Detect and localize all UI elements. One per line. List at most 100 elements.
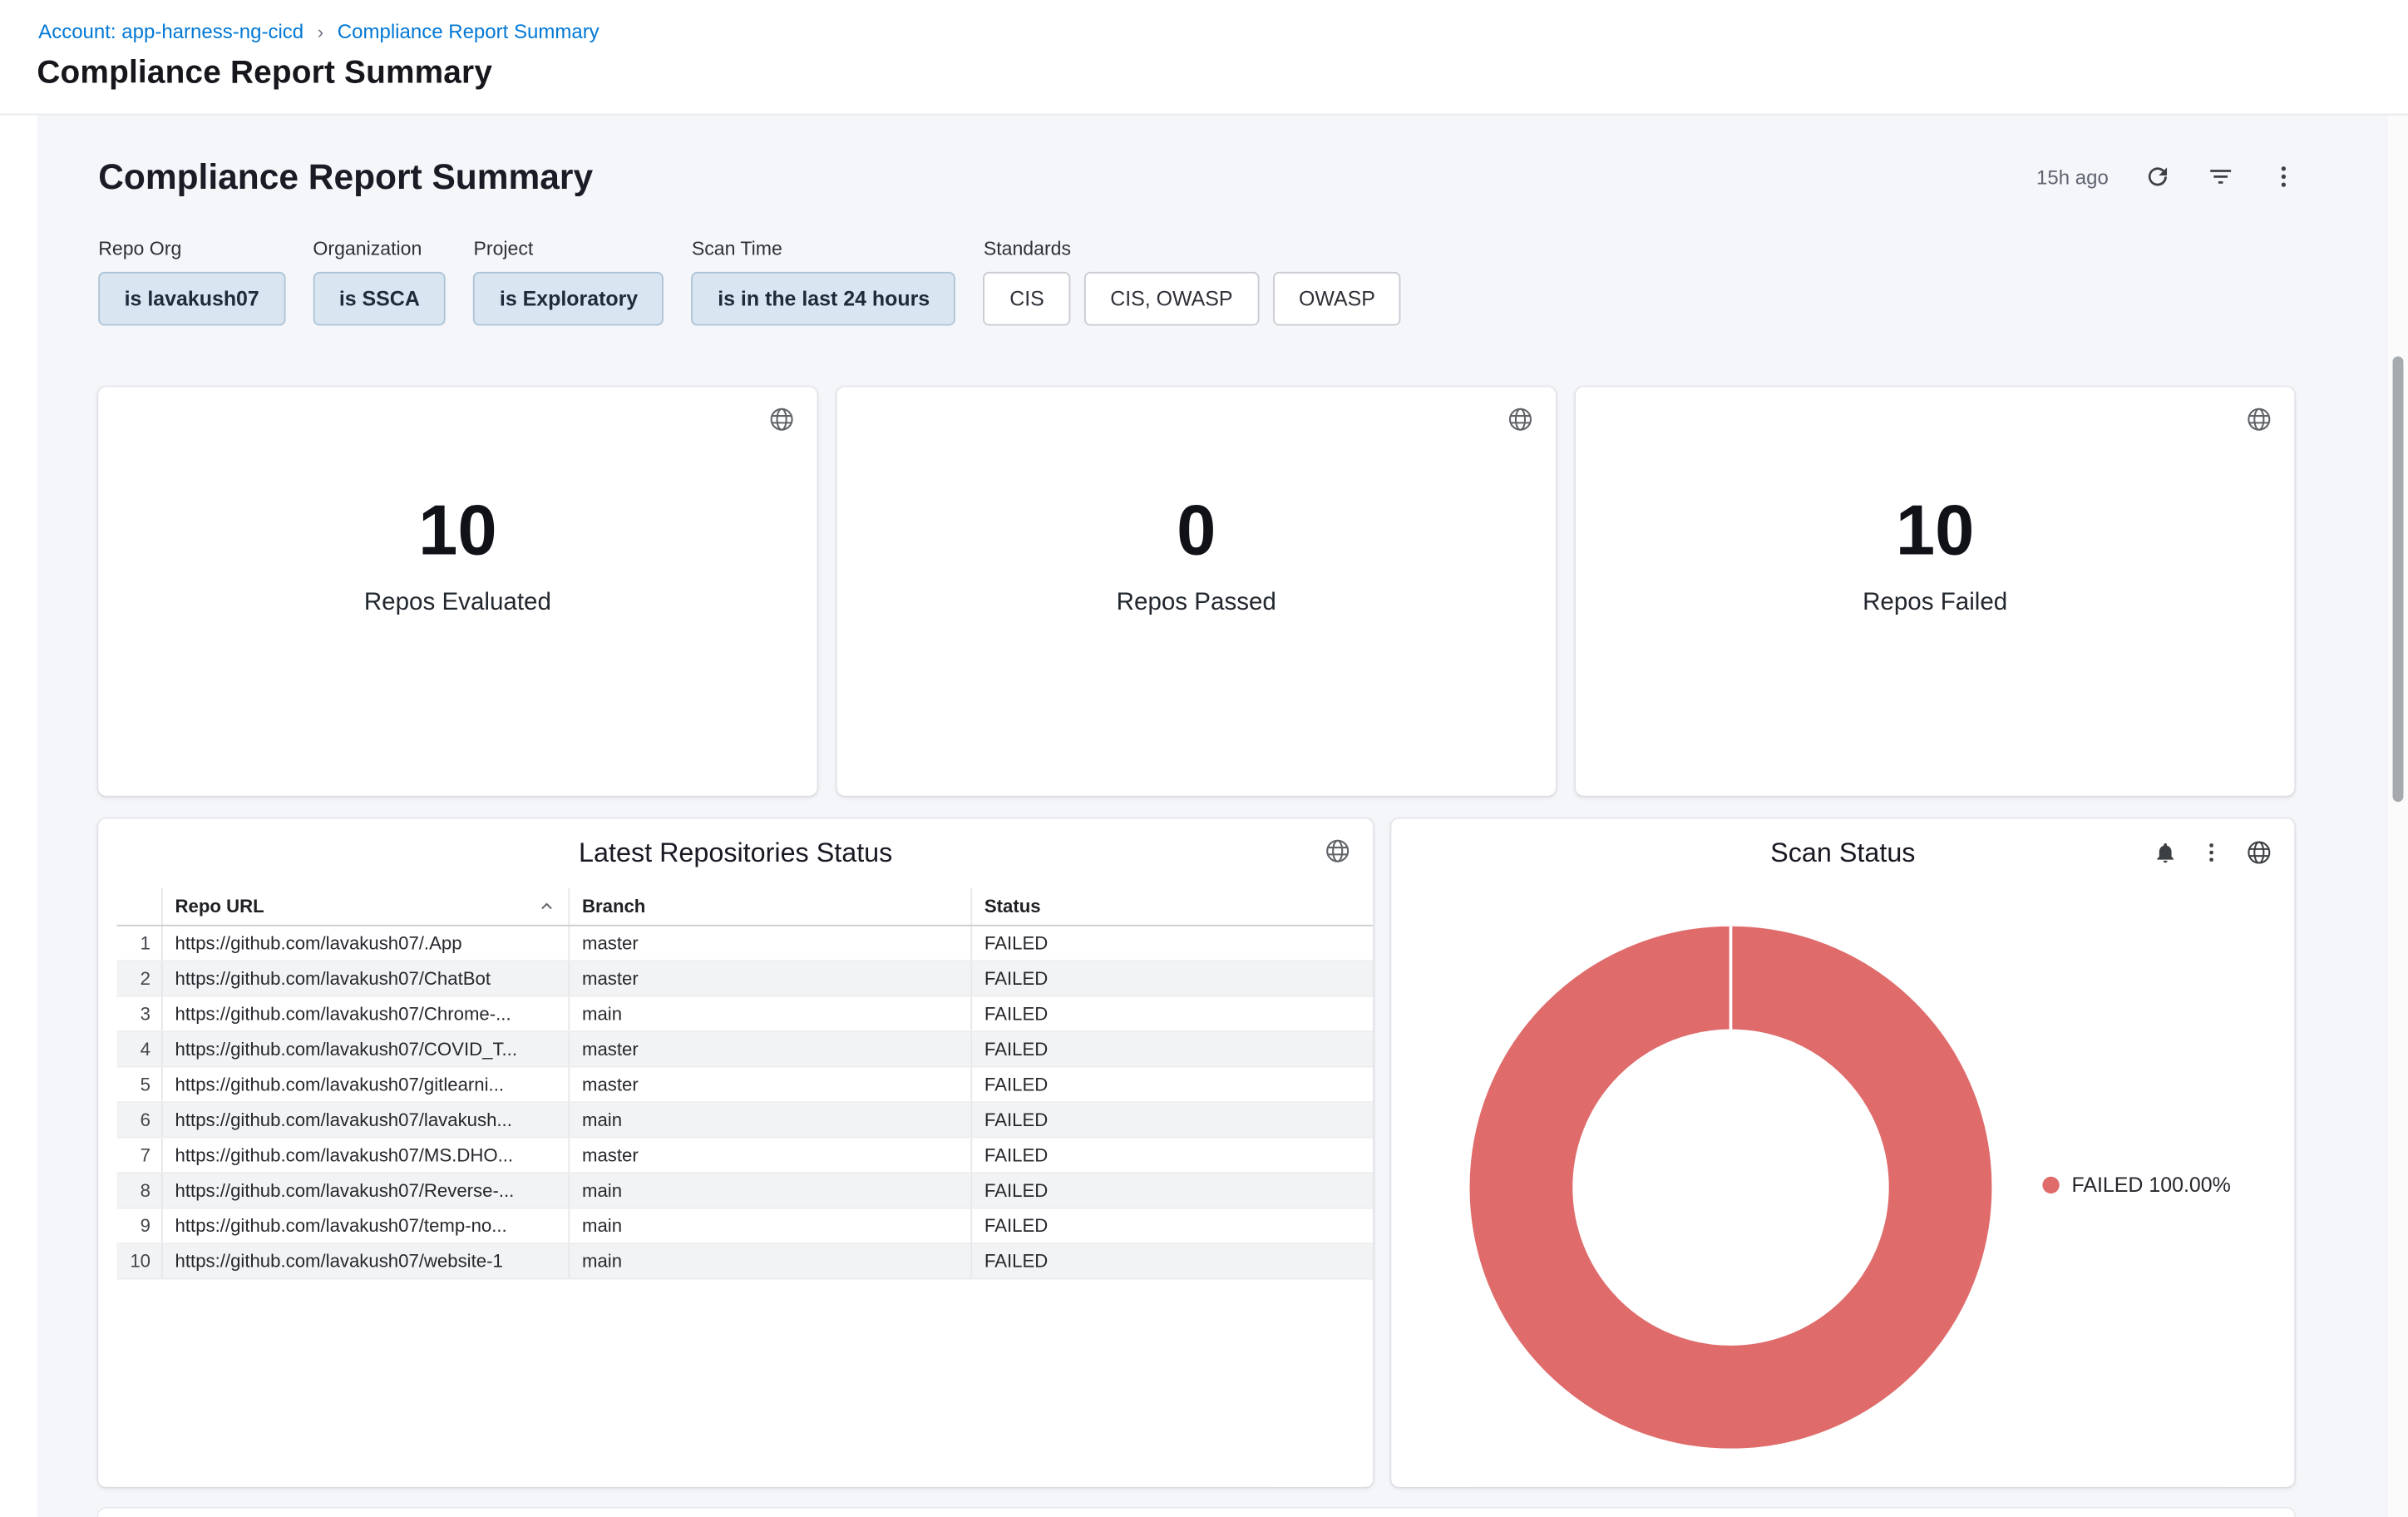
stat-value: 10 <box>1896 495 1975 566</box>
bell-icon[interactable] <box>2153 840 2178 865</box>
stat-label: Repos Evaluated <box>364 590 551 617</box>
repo-url-cell[interactable]: https://github.com/lavakush07/COVID_T... <box>163 1032 569 1066</box>
stat-body: 10 Repos Evaluated <box>98 387 817 795</box>
table-row[interactable]: 8https://github.com/lavakush07/Reverse-.… <box>116 1174 1373 1208</box>
donut-card-toolbar <box>2153 838 2272 866</box>
kebab-menu-icon[interactable] <box>2199 840 2224 865</box>
app-window: Account: app-harness-ng-cicd › Complianc… <box>0 0 2408 1517</box>
status-cell: FAILED <box>970 1032 1373 1066</box>
table-row[interactable]: 7https://github.com/lavakush07/MS.DHO...… <box>116 1139 1373 1174</box>
latest-repositories-card: Latest Repositories Status Repo URL Bran… <box>98 818 1373 1486</box>
chart-legend[interactable]: FAILED 100.00% <box>2042 1174 2230 1197</box>
filter-chip-repo-org[interactable]: is lavakush07 <box>98 272 285 326</box>
globe-icon[interactable] <box>1324 838 1351 865</box>
branch-cell: master <box>568 927 970 961</box>
branch-cell: main <box>568 1209 970 1243</box>
breadcrumb: Account: app-harness-ng-cicd › Complianc… <box>38 20 600 43</box>
status-cell: FAILED <box>970 961 1373 996</box>
filter-label: Repo Org <box>98 238 285 259</box>
filter-chip-organization[interactable]: is SSCA <box>313 272 446 326</box>
page-header: Account: app-harness-ng-cicd › Complianc… <box>0 0 2408 116</box>
filter-label: Standards <box>984 238 1401 259</box>
dashboard-toolbar: 15h ago <box>2036 163 2297 190</box>
branch-cell: master <box>568 961 970 996</box>
status-cell: FAILED <box>970 1139 1373 1173</box>
filter-chip-project[interactable]: is Exploratory <box>473 272 664 326</box>
repo-url-cell[interactable]: https://github.com/lavakush07/lavakush..… <box>163 1103 569 1137</box>
branch-cell: master <box>568 1139 970 1173</box>
sort-ascending-icon[interactable] <box>537 897 555 916</box>
filter-group-scan-time: Scan Time is in the last 24 hours <box>692 238 956 325</box>
table-row[interactable]: 5https://github.com/lavakush07/gitlearni… <box>116 1068 1373 1103</box>
breadcrumb-current-link[interactable]: Compliance Report Summary <box>338 20 600 43</box>
repo-url-cell[interactable]: https://github.com/lavakush07/gitlearni.… <box>163 1068 569 1102</box>
filter-icon[interactable] <box>2207 163 2234 190</box>
refresh-icon[interactable] <box>2144 163 2171 190</box>
repo-table-body: 1https://github.com/lavakush07/.Appmaste… <box>116 927 1373 1280</box>
status-cell: FAILED <box>970 1103 1373 1137</box>
dashboard-title: Compliance Report Summary <box>98 156 593 198</box>
repo-url-cell[interactable]: https://github.com/lavakush07/Reverse-..… <box>163 1174 569 1208</box>
repo-url-cell[interactable]: https://github.com/lavakush07/.App <box>163 927 569 961</box>
filter-chip-scan-time[interactable]: is in the last 24 hours <box>692 272 956 326</box>
repo-url-cell[interactable]: https://github.com/lavakush07/MS.DHO... <box>163 1139 569 1173</box>
scan-status-donut-chart[interactable] <box>1470 927 1992 1449</box>
stat-body: 0 Repos Passed <box>837 387 1556 795</box>
branch-cell: main <box>568 1244 970 1278</box>
repo-url-cell[interactable]: https://github.com/lavakush07/website-1 <box>163 1244 569 1278</box>
column-header-branch[interactable]: Branch <box>568 888 970 925</box>
row-index: 1 <box>116 927 162 961</box>
standards-chip-cis-owasp[interactable]: CIS, OWASP <box>1084 272 1259 326</box>
dashboard-panel: Compliance Report Summary 15h ago Repo O… <box>37 116 2408 1517</box>
vertical-scrollbar[interactable] <box>2388 116 2408 1517</box>
status-cell: FAILED <box>970 1068 1373 1102</box>
table-row[interactable]: 3https://github.com/lavakush07/Chrome-..… <box>116 997 1373 1032</box>
table-row[interactable]: 9https://github.com/lavakush07/temp-no..… <box>116 1209 1373 1244</box>
row-index: 7 <box>116 1139 162 1173</box>
globe-icon[interactable] <box>2245 838 2272 866</box>
stat-card-repos-passed: 0 Repos Passed <box>837 387 1556 795</box>
stat-value: 10 <box>418 495 497 566</box>
table-header-row: Repo URL Branch Status <box>116 888 1373 927</box>
scan-status-card: Scan Status FAILED 100.00% <box>1391 818 2294 1486</box>
status-cell: FAILED <box>970 927 1373 961</box>
kebab-menu-icon[interactable] <box>2270 163 2297 190</box>
column-header-repo-url[interactable]: Repo URL <box>163 888 569 925</box>
standards-chip-row: CIS CIS, OWASP OWASP <box>984 272 1401 326</box>
table-row[interactable]: 6https://github.com/lavakush07/lavakush.… <box>116 1103 1373 1138</box>
legend-dot <box>2042 1177 2059 1193</box>
table-card-title: Latest Repositories Status <box>98 838 1373 870</box>
column-header-status[interactable]: Status <box>970 888 1373 925</box>
status-cell: FAILED <box>970 1174 1373 1208</box>
branch-cell: master <box>568 1068 970 1102</box>
branch-cell: main <box>568 1174 970 1208</box>
standards-chip-owasp[interactable]: OWASP <box>1273 272 1402 326</box>
table-row[interactable]: 2https://github.com/lavakush07/ChatBotma… <box>116 961 1373 996</box>
repo-url-cell[interactable]: https://github.com/lavakush07/temp-no... <box>163 1209 569 1243</box>
table-row[interactable]: 1https://github.com/lavakush07/.Appmaste… <box>116 927 1373 961</box>
repo-url-cell[interactable]: https://github.com/lavakush07/Chrome-... <box>163 997 569 1031</box>
last-refreshed-label: 15h ago <box>2036 166 2109 189</box>
stat-label: Repos Passed <box>1117 590 1276 617</box>
repo-url-cell[interactable]: https://github.com/lavakush07/ChatBot <box>163 961 569 996</box>
branch-cell: main <box>568 997 970 1031</box>
next-row-card-edge <box>98 1509 2294 1517</box>
row-index: 3 <box>116 997 162 1031</box>
breadcrumb-account-link[interactable]: Account: app-harness-ng-cicd <box>38 20 303 43</box>
row-index: 2 <box>116 961 162 996</box>
column-header-label: Repo URL <box>175 896 264 917</box>
stat-label: Repos Failed <box>1863 590 2007 617</box>
row-index: 9 <box>116 1209 162 1243</box>
table-row[interactable]: 4https://github.com/lavakush07/COVID_T..… <box>116 1032 1373 1067</box>
filter-group-standards: Standards CIS CIS, OWASP OWASP <box>984 238 1401 325</box>
filter-bar: Repo Org is lavakush07 Organization is S… <box>98 238 1401 325</box>
standards-chip-cis[interactable]: CIS <box>984 272 1070 326</box>
filter-label: Scan Time <box>692 238 956 259</box>
table-row[interactable]: 10https://github.com/lavakush07/website-… <box>116 1244 1373 1279</box>
stat-value: 0 <box>1177 495 1216 566</box>
scrollbar-thumb[interactable] <box>2393 356 2404 802</box>
row-index: 10 <box>116 1244 162 1278</box>
breadcrumb-separator-icon: › <box>318 22 323 43</box>
page-title: Compliance Report Summary <box>37 55 492 91</box>
row-index: 6 <box>116 1103 162 1137</box>
